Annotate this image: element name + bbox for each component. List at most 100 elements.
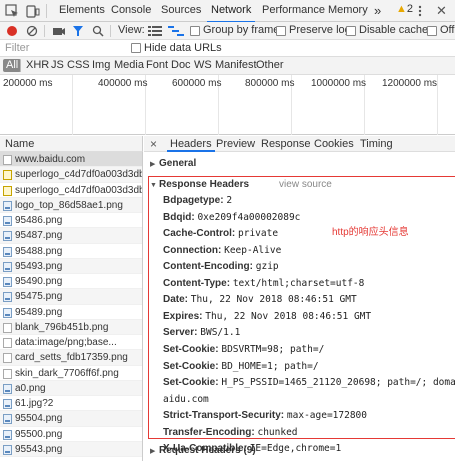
request-row[interactable]: 95475.png bbox=[0, 289, 142, 305]
clear-icon[interactable] bbox=[26, 25, 38, 37]
request-row[interactable]: superlogo_c4d7df0a003d3db... bbox=[0, 183, 142, 198]
type-filter-media[interactable]: Media bbox=[114, 59, 144, 71]
type-filter-font[interactable]: Font bbox=[146, 59, 168, 71]
response-header-line: Transfer-Encoding: chunked bbox=[163, 427, 298, 438]
document-file-icon bbox=[3, 353, 12, 364]
warning-badge[interactable]: ▲2 bbox=[396, 3, 413, 15]
disable-cache-checkbox[interactable] bbox=[346, 26, 356, 36]
tab-timing[interactable]: Timing bbox=[360, 138, 393, 150]
device-toolbar-icon[interactable] bbox=[26, 4, 40, 18]
request-row[interactable]: card_setts_fdb17359.png bbox=[0, 350, 142, 366]
type-filter-ws[interactable]: WS bbox=[194, 59, 212, 71]
request-row[interactable]: 95490.png bbox=[0, 274, 142, 290]
kebab-menu-icon[interactable] bbox=[418, 4, 422, 18]
type-filter-other[interactable]: Other bbox=[256, 59, 284, 71]
general-section-toggle[interactable]: ▶ General bbox=[150, 158, 196, 169]
request-row[interactable]: a0.png bbox=[0, 380, 142, 396]
tab-console[interactable]: Console bbox=[111, 0, 151, 22]
request-row[interactable]: 95487.png bbox=[0, 228, 142, 244]
filter-input[interactable]: Filter bbox=[5, 42, 29, 54]
response-header-line: Bdqid: 0xe209f4a00002089c bbox=[163, 212, 300, 223]
request-row[interactable]: superlogo_c4d7df0a003d3db... bbox=[0, 167, 142, 183]
header-key: Bdpagetype: bbox=[163, 195, 224, 206]
type-filter-css[interactable]: CSS bbox=[67, 59, 90, 71]
waterfall-overview-icon[interactable] bbox=[168, 26, 184, 36]
request-row[interactable]: blank_796b451b.png bbox=[0, 319, 142, 335]
response-header-line: Date: Thu, 22 Nov 2018 08:46:51 GMT bbox=[163, 294, 357, 305]
group-by-frame-label: Group by frame bbox=[203, 24, 280, 36]
type-filter-doc[interactable]: Doc bbox=[171, 59, 191, 71]
tab-memory[interactable]: Memory bbox=[328, 0, 368, 22]
type-filter-xhr[interactable]: XHR bbox=[26, 59, 49, 71]
request-row[interactable]: data:image/png;base... bbox=[0, 335, 142, 351]
large-rows-icon[interactable] bbox=[148, 26, 162, 36]
more-tabs-button[interactable]: » bbox=[374, 0, 381, 22]
filter-funnel-icon[interactable] bbox=[72, 25, 84, 37]
tab-preview[interactable]: Preview bbox=[216, 138, 255, 150]
tab-cookies[interactable]: Cookies bbox=[314, 138, 354, 150]
request-row[interactable]: www.baidu.com bbox=[0, 152, 142, 168]
tab-sources[interactable]: Sources bbox=[161, 0, 201, 22]
preserve-log-checkbox[interactable] bbox=[276, 26, 286, 36]
request-row[interactable]: logo_top_86d58ae1.png bbox=[0, 197, 142, 213]
request-name: blank_796b451b.png bbox=[15, 321, 109, 333]
tab-elements[interactable]: Elements bbox=[59, 0, 105, 22]
request-name: 95500.png bbox=[15, 428, 63, 440]
response-header-line: Set-Cookie: BDSVRTM=98; path=/ bbox=[163, 344, 324, 355]
tab-performance[interactable]: Performance bbox=[262, 0, 325, 22]
header-value: Keep-Alive bbox=[224, 244, 282, 256]
tab-headers[interactable]: Headers bbox=[167, 138, 215, 152]
tab-response[interactable]: Response bbox=[261, 138, 311, 150]
request-row[interactable]: 95500.png bbox=[0, 427, 142, 442]
screenshot-camera-icon[interactable] bbox=[52, 25, 66, 37]
view-source-link[interactable]: view source bbox=[279, 179, 332, 190]
request-row[interactable]: skin_dark_7706ff6f.png bbox=[0, 366, 142, 381]
type-filter-all[interactable]: All bbox=[3, 59, 22, 72]
header-value: Thu, 22 Nov 2018 08:46:51 GMT bbox=[190, 294, 357, 306]
search-icon[interactable] bbox=[92, 25, 104, 37]
request-name: 95543.png bbox=[15, 443, 63, 455]
type-filter-img[interactable]: Img bbox=[92, 59, 110, 71]
inspect-element-icon[interactable] bbox=[5, 4, 19, 18]
image-file-icon bbox=[3, 216, 12, 226]
view-label: View: bbox=[118, 24, 145, 36]
request-row[interactable]: 95504.png bbox=[0, 411, 142, 427]
close-detail-icon[interactable]: × bbox=[150, 137, 157, 151]
request-name: superlogo_c4d7df0a003d3db... bbox=[15, 184, 142, 196]
type-filter-manifest[interactable]: Manifest bbox=[215, 59, 257, 71]
resource-type-filters: All XHR JS CSS Img Media Font Doc WS Man… bbox=[0, 57, 455, 75]
response-headers-toggle[interactable]: ▼ Response Headers view source bbox=[150, 179, 332, 190]
header-key: Strict-Transport-Security: bbox=[163, 410, 285, 422]
header-value: BWS/1.1 bbox=[200, 327, 241, 339]
timeline-overview[interactable]: 200000 ms 400000 ms 600000 ms 800000 ms … bbox=[0, 75, 455, 135]
header-key: Expires: bbox=[163, 310, 203, 322]
tab-network[interactable]: Network bbox=[206, 0, 256, 23]
response-header-line: Bdpagetype: 2 bbox=[163, 195, 232, 206]
script-file-icon bbox=[3, 185, 12, 196]
response-header-line: Set-Cookie: H_PS_PSSID=1465_21120_20698;… bbox=[163, 377, 455, 388]
request-row[interactable]: 61.jpg?2 bbox=[0, 396, 142, 412]
request-row[interactable]: 95489.png bbox=[0, 305, 142, 320]
offline-checkbox[interactable] bbox=[427, 26, 437, 36]
request-row[interactable]: 95493.png bbox=[0, 258, 142, 274]
image-file-icon bbox=[3, 292, 12, 303]
type-filter-js[interactable]: JS bbox=[51, 59, 64, 71]
request-row[interactable]: 95543.png bbox=[0, 441, 142, 457]
collapsed-arrow-icon: ▶ bbox=[150, 161, 156, 168]
image-file-icon bbox=[3, 231, 12, 242]
record-icon[interactable] bbox=[6, 25, 18, 37]
devtools-tabbar: Elements Console Sources Network Perform… bbox=[0, 0, 455, 23]
header-value: aidu.com bbox=[163, 393, 209, 405]
request-row[interactable]: 95488.png bbox=[0, 244, 142, 259]
hide-data-urls-checkbox[interactable] bbox=[131, 43, 141, 53]
group-by-frame-checkbox[interactable] bbox=[190, 26, 200, 36]
header-key: Connection: bbox=[163, 244, 222, 256]
request-headers-toggle[interactable]: ▶ Request Headers (9) bbox=[150, 445, 256, 456]
header-value: H_PS_PSSID=1465_21120_20698; path=/; dom… bbox=[221, 377, 455, 389]
timeline-tick: 800000 ms bbox=[245, 78, 295, 89]
request-name: 95488.png bbox=[15, 245, 63, 257]
request-row[interactable]: 95486.png bbox=[0, 213, 142, 229]
close-devtools-icon[interactable]: ✕ bbox=[436, 0, 447, 22]
name-column-header[interactable]: Name bbox=[0, 136, 143, 152]
warning-count: 2 bbox=[406, 3, 414, 15]
